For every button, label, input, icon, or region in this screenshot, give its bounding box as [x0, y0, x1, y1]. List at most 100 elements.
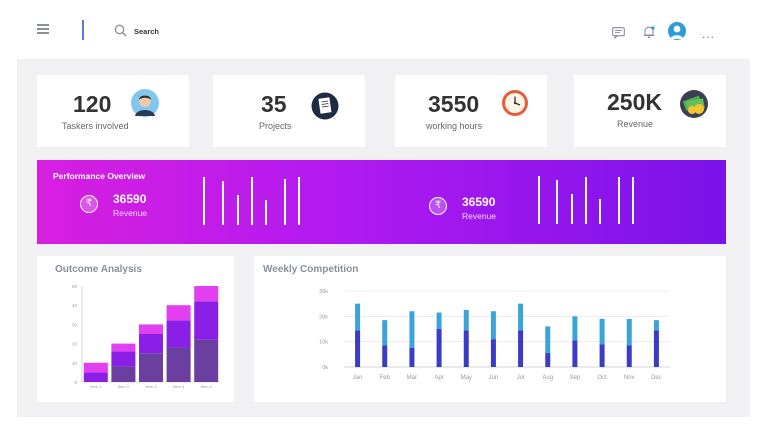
- x-tick-label: Jul: [517, 375, 525, 381]
- stat-label: Projects: [259, 121, 292, 131]
- rupee-icon: ₹: [80, 195, 98, 213]
- more-icon[interactable]: ...: [702, 27, 715, 41]
- stat-card-revenue[interactable]: 250K Revenue: [574, 75, 726, 147]
- y-tick-label: 0: [74, 380, 77, 385]
- top-bar: Search ...: [0, 0, 770, 58]
- x-tick-label: Jun: [489, 375, 499, 381]
- x-tick-label: Jan: [353, 375, 363, 381]
- menu-icon[interactable]: [37, 24, 49, 34]
- x-tick-label: Item 1: [90, 384, 102, 389]
- bar-segment: [111, 366, 136, 382]
- y-tick-label: 20: [72, 342, 78, 347]
- bar-segment: [463, 310, 469, 331]
- x-tick-label: Oct: [597, 375, 607, 381]
- bar-segment: [139, 324, 163, 334]
- revenue-value: 36590: [113, 192, 147, 206]
- search-icon[interactable]: [114, 24, 127, 37]
- bar-segment: [409, 311, 415, 348]
- bar-segment: [409, 348, 415, 367]
- stat-label: Revenue: [617, 119, 654, 129]
- search-input[interactable]: Search: [134, 27, 159, 36]
- bar-segment: [83, 362, 108, 373]
- stat-label: Taskers involved: [62, 121, 129, 131]
- bar-segment: [653, 330, 659, 367]
- performance-title: Performance Overview: [53, 171, 146, 181]
- bar-segment: [436, 312, 442, 329]
- bar-segment: [572, 340, 578, 367]
- x-tick-label: Item 5: [201, 384, 213, 389]
- stat-value: 35: [261, 91, 287, 117]
- revenue-sparkbars: [203, 177, 300, 225]
- bar-segment: [490, 339, 496, 367]
- y-tick-label: 0k: [322, 365, 328, 371]
- bell-icon[interactable]: [642, 25, 656, 39]
- x-tick-label: Apr: [434, 375, 443, 381]
- bar-segment: [518, 330, 524, 367]
- outcome-analysis-card: Outcome Analysis 0 10 20 30 40 50 Item 1 Item 2…: [37, 256, 234, 402]
- bar-segment: [111, 351, 136, 367]
- y-tick-label: 30k: [319, 289, 328, 295]
- bar-segment: [166, 320, 191, 348]
- stat-value: 250K: [607, 89, 662, 115]
- stat-card-hours[interactable]: 3550 working hours: [395, 75, 547, 147]
- bar-segment: [382, 345, 388, 367]
- money-icon: [680, 90, 708, 118]
- bar-segment: [355, 303, 361, 331]
- revenue-label: Revenue: [113, 208, 148, 218]
- bar-segment: [518, 303, 524, 331]
- outcome-chart: 0 10 20 30 40 50 Item 1 Item 2 Item 3 Item 4 Item …: [72, 284, 220, 389]
- x-tick-label: Item 4: [173, 384, 185, 389]
- weekly-chart: 0k 10k 20k 30k Jan Feb Mar Apr May Jun Jul Aug Sep Oc…: [319, 289, 670, 381]
- bar-segment: [382, 320, 388, 346]
- rupee-icon: ₹: [429, 197, 447, 215]
- bar-segment: [572, 316, 578, 341]
- bar-segment: [139, 334, 163, 354]
- bar-segment: [626, 345, 632, 367]
- x-tick-label: Item 3: [145, 384, 157, 389]
- bar-segment: [436, 329, 442, 367]
- bar-segment: [194, 301, 219, 340]
- user-avatar[interactable]: [668, 22, 686, 40]
- chat-icon[interactable]: [612, 27, 625, 39]
- bar-segment: [194, 286, 219, 302]
- revenue-value: 36590: [462, 195, 496, 209]
- weekly-competition-card: Weekly Competition 0k 10k 20k 30k Jan Feb Mar A…: [254, 256, 726, 402]
- bar-segment: [139, 353, 163, 382]
- x-tick-label: Item 2: [118, 384, 130, 389]
- x-tick-label: Mar: [407, 375, 417, 381]
- document-icon: [311, 92, 339, 120]
- revenue-label: Revenue: [462, 211, 497, 221]
- y-tick-label: 40: [72, 303, 78, 308]
- clock-icon: [502, 90, 528, 116]
- bar-segment: [545, 353, 551, 367]
- bar-segment: [194, 339, 219, 382]
- bar-segment: [599, 344, 605, 367]
- x-tick-label: Sep: [570, 375, 581, 381]
- x-tick-label: Aug: [542, 375, 553, 381]
- bar-segment: [626, 318, 632, 346]
- divider: [82, 20, 84, 40]
- x-tick-label: Dec: [651, 375, 662, 381]
- bar-segment: [355, 330, 361, 367]
- y-tick-label: 20k: [319, 314, 328, 320]
- stat-card-projects[interactable]: 35 Projects: [213, 75, 365, 147]
- bar-segment: [111, 343, 136, 352]
- stat-card-taskers[interactable]: 120 Taskers involved: [37, 75, 189, 147]
- bar-segment: [463, 330, 469, 367]
- x-tick-label: Feb: [380, 375, 391, 381]
- y-tick-label: 50: [72, 284, 78, 289]
- person-icon: [131, 89, 159, 117]
- y-tick-label: 10k: [319, 340, 328, 346]
- stat-label: working hours: [426, 121, 483, 131]
- y-tick-label: 10: [72, 361, 78, 366]
- bar-segment: [166, 347, 191, 382]
- x-tick-label: May: [461, 375, 472, 381]
- bar-segment: [653, 320, 659, 331]
- y-tick-label: 30: [72, 322, 78, 327]
- bar-segment: [545, 326, 551, 354]
- bar-segment: [83, 372, 108, 382]
- bar-segment: [490, 311, 496, 340]
- x-tick-label: Nov: [624, 375, 635, 381]
- revenue-sparkbars: [538, 176, 634, 224]
- stat-value: 120: [73, 91, 112, 117]
